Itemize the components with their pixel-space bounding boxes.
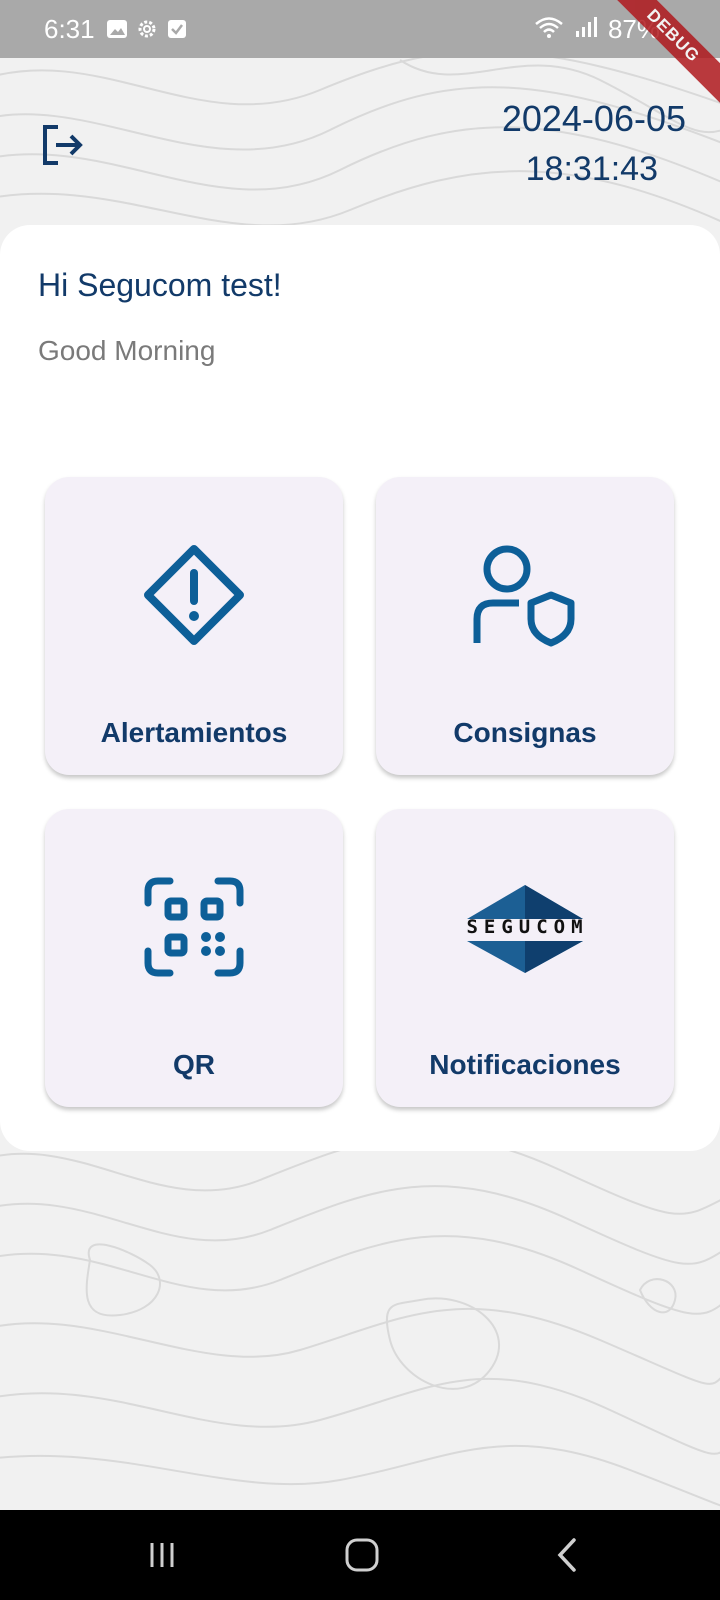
logout-icon: [43, 125, 83, 165]
tile-notificaciones[interactable]: SEGUCOM Notificaciones: [376, 809, 674, 1107]
status-bar: 6:31 87%: [0, 0, 720, 58]
wifi-icon: [534, 15, 564, 44]
tile-label: QR: [173, 1049, 215, 1080]
user-shield-icon: [473, 545, 575, 647]
status-icons-left: [106, 18, 188, 40]
tile-alertamientos[interactable]: Alertamientos: [45, 477, 343, 775]
tile-label: Notificaciones: [429, 1049, 621, 1080]
home-button[interactable]: [342, 1535, 382, 1575]
alert-diamond-icon: [144, 545, 244, 645]
current-date: 2024-06-05: [501, 98, 686, 139]
greeting-title: Hi Segucom test!: [38, 267, 282, 303]
current-time: 18:31:43: [525, 150, 658, 188]
tile-label: Consignas: [453, 717, 597, 748]
system-nav-bar: [0, 1510, 720, 1600]
tile-qr[interactable]: QR: [45, 809, 343, 1107]
back-icon: [557, 1538, 576, 1572]
gear-icon: [136, 18, 158, 40]
status-time: 6:31: [44, 14, 95, 44]
home-icon: [345, 1538, 379, 1572]
signal-icon: [574, 15, 598, 44]
recents-button[interactable]: [142, 1535, 182, 1575]
greeting-subtitle: Good Morning: [38, 335, 216, 366]
logout-button[interactable]: [40, 122, 86, 168]
checkbox-icon: [166, 18, 188, 40]
segucom-logo: SEGUCOM: [459, 883, 591, 975]
recents-icon: [150, 1543, 174, 1567]
segucom-logo-text: SEGUCOM: [466, 916, 589, 938]
tile-label: Alertamientos: [100, 717, 288, 748]
tile-consignas[interactable]: Consignas: [376, 477, 674, 775]
main-card: Hi Segucom test! Good Morning Alertamien…: [0, 225, 720, 1151]
image-icon: [106, 18, 128, 40]
qr-scan-icon: [144, 877, 244, 977]
back-button[interactable]: [548, 1535, 588, 1575]
